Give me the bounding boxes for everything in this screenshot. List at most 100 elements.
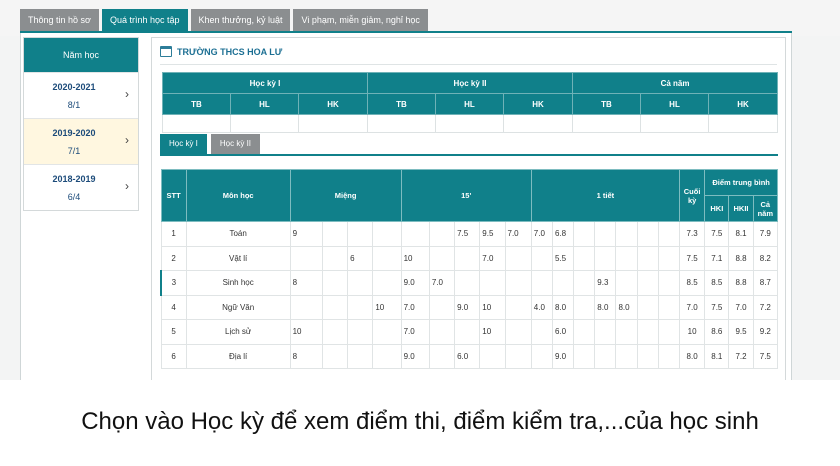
table-row: 6 Địa lí 8 9.0 6.0 9.0 8.0 8.1 7.2 7.5 <box>160 343 779 369</box>
grade-cell: 7.0 <box>479 245 506 271</box>
summary-cell <box>640 114 710 133</box>
grade-cell: 7.2 <box>752 294 779 320</box>
grade-cell <box>347 294 374 320</box>
summary-cell <box>298 114 368 133</box>
grade-cell <box>657 221 681 247</box>
table-row: 5 Lịch sử 10 7.0 10 6.0 10 8.6 9.5 9.2 <box>160 319 779 345</box>
col-subject: Môn học <box>185 169 291 222</box>
grade-cell: 9.0 <box>454 294 481 320</box>
year-item-2019-2020[interactable]: 2019-2020 7/1 › <box>24 118 138 164</box>
grade-cell <box>321 343 349 369</box>
grade-cell <box>573 343 596 369</box>
grade-cell: 9.0 <box>400 270 430 296</box>
year-item-2018-2019[interactable]: 2018-2019 6/4 › <box>24 164 138 210</box>
grade-cell: 4.0 <box>530 294 553 320</box>
grade-cell <box>289 245 323 271</box>
grade-cell <box>504 343 532 369</box>
grade-cell: 6.0 <box>454 343 481 369</box>
grade-cell <box>321 245 349 271</box>
grade-cell: 10 <box>289 319 323 345</box>
tab-semester-2[interactable]: Học kỳ II <box>210 134 261 154</box>
grade-cell: 7.5 <box>752 343 779 369</box>
grade-cell <box>573 270 596 296</box>
grade-cell: 5.5 <box>551 245 575 271</box>
col-hkii: HKII <box>728 195 754 222</box>
grade-cell <box>615 221 638 247</box>
summary-col-hl: HL <box>435 93 504 115</box>
grade-cell <box>657 319 681 345</box>
summary-cell <box>435 114 504 133</box>
caption-text: Chọn vào Học kỳ để xem điểm thi, điểm ki… <box>81 408 759 435</box>
row-subject: Toán <box>185 221 291 247</box>
grade-cell <box>400 221 430 247</box>
summary-cell <box>502 114 574 133</box>
summary-group-hk1: Học kỳ I <box>162 72 368 94</box>
class-label: 7/1 <box>67 146 81 156</box>
grade-cell <box>428 294 456 320</box>
grade-cell: 10 <box>479 294 506 320</box>
row-stt: 6 <box>160 343 187 369</box>
grade-cell: 8.8 <box>728 270 754 296</box>
table-row: 4 Ngữ Văn 10 7.0 9.0 10 4.0 8.0 8.0 8.0 7.0 7.5 7.0 7… <box>160 294 779 320</box>
grade-cell <box>615 270 638 296</box>
semester-tabs: Học kỳ I Học kỳ II <box>160 134 261 154</box>
tab-rewards[interactable]: Khen thưởng, kỷ luật <box>190 9 291 31</box>
tab-semester-1[interactable]: Học kỳ I <box>160 134 207 154</box>
summary-col-tb: TB <box>367 93 436 115</box>
grade-cell: 8.0 <box>678 343 706 369</box>
tab-profile[interactable]: Thông tin hồ sơ <box>20 9 99 31</box>
row-subject: Lịch sử <box>185 319 291 345</box>
grade-cell <box>615 319 638 345</box>
col-1-period: 1 tiết <box>530 169 681 222</box>
col-final: Cuối kỳ <box>678 169 706 222</box>
grade-cell: 10 <box>400 245 430 271</box>
grade-cell: 8.5 <box>678 270 706 296</box>
screenshot-area: Thông tin hồ sơ Quá trình học tập Khen t… <box>0 0 840 380</box>
calendar-icon <box>160 46 172 57</box>
grade-cell <box>479 343 506 369</box>
summary-cell <box>367 114 436 133</box>
summary-cell <box>708 114 779 133</box>
grade-cell <box>636 319 659 345</box>
semester-tab-underline <box>160 154 778 156</box>
summary-col-hl: HL <box>640 93 710 115</box>
grade-cell <box>372 343 402 369</box>
grade-cell <box>657 294 681 320</box>
row-stt: 1 <box>160 221 187 247</box>
row-stt: 4 <box>160 294 187 320</box>
grade-cell: 7.5 <box>704 221 730 247</box>
tab-study-process[interactable]: Quá trình học tập <box>101 9 188 31</box>
grade-cell <box>594 245 617 271</box>
grade-cell <box>530 245 553 271</box>
grade-cell: 9.2 <box>752 319 779 345</box>
grade-cell: 7.0 <box>678 294 706 320</box>
grade-cell <box>636 343 659 369</box>
summary-col-hk: HK <box>298 93 368 115</box>
year-item-2020-2021[interactable]: 2020-2021 8/1 › <box>24 72 138 118</box>
grade-cell <box>530 343 553 369</box>
grade-cell <box>636 294 659 320</box>
school-name: TRƯỜNG THCS HOA LƯ <box>177 46 283 57</box>
tab-violations[interactable]: Vi phạm, miễn giảm, nghỉ học <box>293 9 428 31</box>
grade-cell <box>321 294 349 320</box>
grade-cell: 8.8 <box>728 245 754 271</box>
summary-cell <box>230 114 299 133</box>
grade-cell <box>504 270 532 296</box>
grade-cell <box>636 270 659 296</box>
class-label: 6/4 <box>67 192 81 202</box>
col-hki: HKI <box>704 195 730 222</box>
grade-cell <box>428 245 456 271</box>
summary-table: Học kỳ I Học kỳ II Cả năm TB HL HK TB HL… <box>162 72 779 133</box>
row-subject: Ngữ Văn <box>185 294 291 320</box>
summary-col-tb: TB <box>572 93 642 115</box>
grade-cell: 8 <box>289 270 323 296</box>
grade-cell <box>504 245 532 271</box>
grade-cell: 7.5 <box>704 294 730 320</box>
row-subject: Địa lí <box>185 343 291 369</box>
grade-cell <box>615 343 638 369</box>
main-tabs: Thông tin hồ sơ Quá trình học tập Khen t… <box>20 9 428 31</box>
grade-cell <box>636 245 659 271</box>
grade-cell <box>347 270 374 296</box>
grade-cell <box>321 221 349 247</box>
grade-cell: 7.0 <box>728 294 754 320</box>
